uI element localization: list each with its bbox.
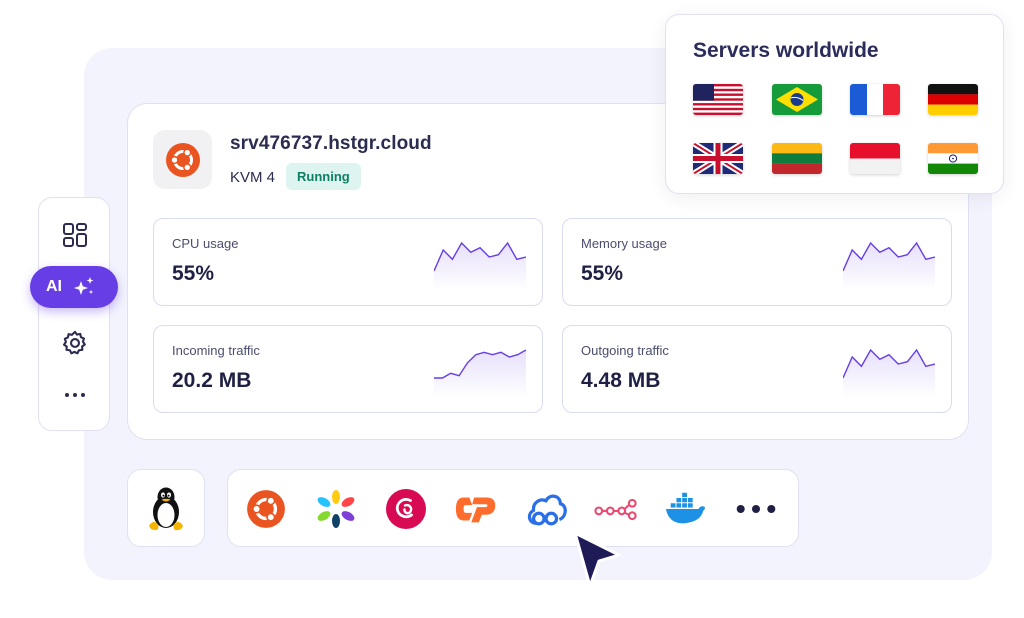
incoming-sparkline [434,349,526,398]
servers-title: Servers worldwide [693,39,879,62]
metric-label: Outgoing traffic [581,343,669,358]
server-plan: KVM 4 [230,169,276,186]
memory-sparkline [843,241,935,291]
germany-flag[interactable] [928,84,978,115]
docker-icon[interactable] [664,488,708,530]
metric-card-outgoing[interactable]: Outgoing traffic 4.48 MB [562,325,952,413]
lithuania-flag[interactable] [772,143,822,174]
cpanel-icon[interactable] [454,488,498,530]
ubuntu-icon [153,130,212,189]
metric-value: 4.48 MB [581,369,661,392]
sparkline-area [434,350,526,398]
cpu-sparkline [434,241,526,291]
india-flag[interactable] [928,143,978,174]
status-badge: Running [286,163,361,190]
sidebar [38,197,110,431]
outgoing-sparkline [843,348,935,398]
server-hostname[interactable]: srv476737.hstgr.cloud [230,133,432,155]
sparkle-icon [74,277,94,295]
metric-card-memory[interactable]: Memory usage 55% [562,218,952,306]
debian-icon[interactable] [384,488,428,530]
metric-label: CPU usage [172,236,239,251]
ubuntu-icon[interactable] [244,488,288,530]
settings-icon[interactable] [60,328,90,358]
ai-assistant-button[interactable]: AI [30,266,118,308]
metric-value: 55% [172,262,215,285]
cursor-icon [573,531,621,588]
n8n-icon[interactable] [594,488,638,530]
os-templates-tray [227,469,799,547]
france-flag[interactable] [850,84,900,115]
almalinux-icon[interactable] [314,488,358,530]
more-icon[interactable] [734,488,778,530]
metric-card-cpu[interactable]: CPU usage 55% [153,218,543,306]
servers-worldwide-panel: Servers worldwide [665,14,1004,194]
metric-label: Memory usage [581,236,667,251]
brazil-flag[interactable] [772,84,822,115]
ai-label: AI [46,278,62,295]
dashboard-icon[interactable] [60,220,90,250]
cloudpanel-icon[interactable] [524,488,568,530]
metric-value: 20.2 MB [172,369,252,392]
metric-value: 55% [581,262,624,285]
us-flag[interactable] [693,84,743,115]
uk-flag[interactable] [693,143,743,174]
linux-icon[interactable] [127,469,205,547]
metric-card-incoming[interactable]: Incoming traffic 20.2 MB [153,325,543,413]
indonesia-flag[interactable] [850,143,900,174]
more-icon[interactable] [60,380,90,410]
metric-label: Incoming traffic [172,343,260,358]
